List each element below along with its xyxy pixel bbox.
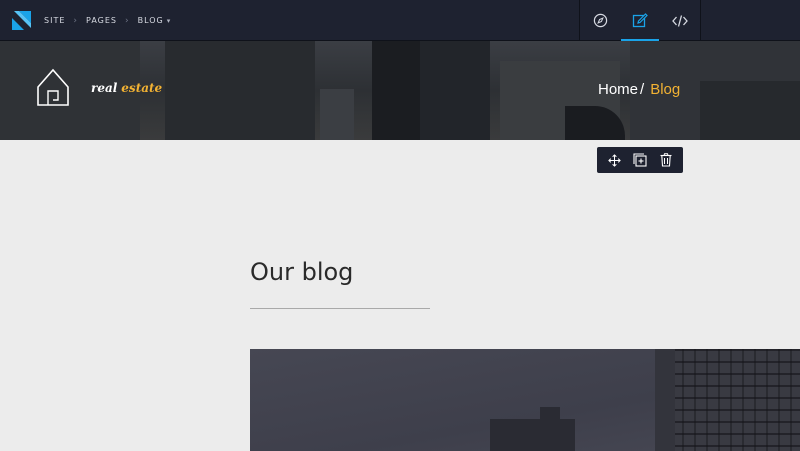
edit-mode-button[interactable] — [620, 0, 660, 41]
hero-breadcrumb-home[interactable]: Home — [598, 81, 638, 98]
title-divider — [250, 308, 430, 309]
move-icon — [607, 153, 621, 167]
add-block-button[interactable] — [629, 149, 651, 171]
brand-word-1: real — [91, 81, 118, 95]
code-icon — [672, 14, 688, 27]
hero-breadcrumb: Home / Blog — [598, 81, 680, 98]
add-block-icon — [633, 153, 647, 167]
hero-breadcrumb-separator: / — [640, 81, 645, 98]
app-logo-icon[interactable] — [12, 11, 31, 30]
breadcrumb-blog-label: BLOG — [137, 16, 164, 25]
mode-switcher — [579, 0, 701, 41]
breadcrumb-blog[interactable]: BLOG ▾ — [138, 16, 172, 25]
block-toolbar — [597, 147, 683, 173]
breadcrumb-pages[interactable]: PAGES — [86, 16, 117, 25]
preview-mode-button[interactable] — [580, 0, 620, 41]
hero-breadcrumb-current: Blog — [650, 81, 681, 98]
home-logo-icon[interactable] — [36, 67, 70, 107]
page-title: Our blog — [250, 258, 354, 286]
delete-block-button[interactable] — [655, 149, 677, 171]
edit-icon — [632, 12, 648, 27]
compass-icon — [593, 13, 607, 28]
brand-word-2: estate — [121, 81, 163, 95]
brand-logo[interactable]: real estate — [91, 81, 162, 95]
blog-image-building — [655, 349, 675, 451]
chevron-right-icon: › — [124, 15, 130, 26]
builder-topbar: SITE › PAGES › BLOG ▾ — [0, 0, 800, 41]
trash-icon — [660, 153, 672, 167]
move-block-button[interactable] — [603, 149, 625, 171]
breadcrumb-site[interactable]: SITE — [44, 16, 65, 25]
chevron-down-icon: ▾ — [166, 17, 172, 25]
code-mode-button[interactable] — [660, 0, 700, 41]
blog-image-building — [490, 419, 575, 451]
blog-image-building-windows — [670, 349, 800, 451]
hero-header: real estate Home / Blog — [0, 41, 800, 140]
breadcrumb: SITE › PAGES › BLOG ▾ — [44, 0, 171, 41]
chevron-right-icon: › — [73, 15, 78, 26]
blog-image-building — [540, 407, 560, 421]
blog-post-image[interactable] — [250, 349, 800, 451]
